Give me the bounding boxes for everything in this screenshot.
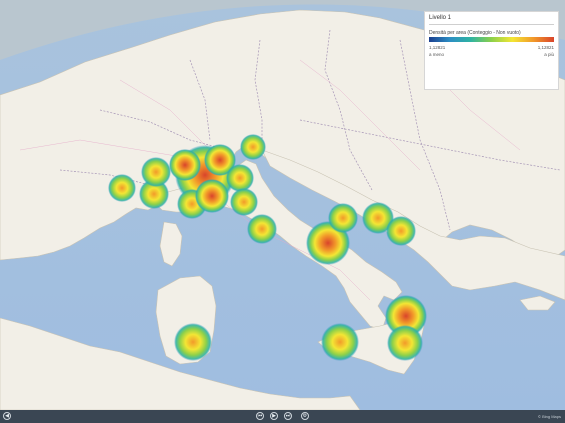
heat-spot-puglia-north[interactable] (328, 203, 358, 233)
legend-min-value: 1,12821 (429, 45, 446, 50)
legend-subtitle: Densità per area (Conteggio - Non vuoto) (429, 30, 521, 36)
play-icon[interactable]: ▶ (270, 412, 278, 420)
heat-spot-lazio[interactable] (247, 214, 277, 244)
heat-spot-sicilia-east[interactable] (387, 325, 423, 361)
back-icon[interactable]: ◀ (3, 412, 11, 420)
heat-spot-friuli[interactable] (240, 134, 266, 160)
heat-spot-sardegna[interactable] (174, 323, 212, 361)
legend-color-ramp (429, 37, 554, 42)
heat-spot-puglia-south[interactable] (386, 216, 416, 246)
heat-spot-lombardia-east[interactable] (169, 149, 201, 181)
heat-spot-sicilia-west[interactable] (321, 323, 359, 361)
legend-divider (429, 24, 554, 25)
heat-spot-toscana[interactable] (195, 179, 229, 213)
heat-spot-piemonte[interactable] (108, 174, 136, 202)
legend-max-text: a più (544, 52, 554, 57)
legend-panel[interactable]: Livello 1 Densità per area (Conteggio - … (424, 11, 559, 90)
settings-icon[interactable]: ⚙ (301, 412, 309, 420)
legend-title: Livello 1 (429, 15, 452, 21)
legend-max-value: 1,12821 (537, 45, 554, 50)
heat-spot-lombardia-west[interactable] (141, 157, 171, 187)
heat-spot-veneto-east[interactable] (226, 164, 254, 192)
previous-icon[interactable]: ⏮ (256, 412, 264, 420)
legend-min-text: a meno (429, 52, 445, 57)
heat-spot-marche[interactable] (230, 188, 258, 216)
playback-toolbar: ◀ ⏮ ▶ ⏭ ⚙ © Bing Maps (0, 410, 565, 423)
next-icon[interactable]: ⏭ (284, 412, 292, 420)
map-credit: © Bing Maps (538, 414, 561, 419)
